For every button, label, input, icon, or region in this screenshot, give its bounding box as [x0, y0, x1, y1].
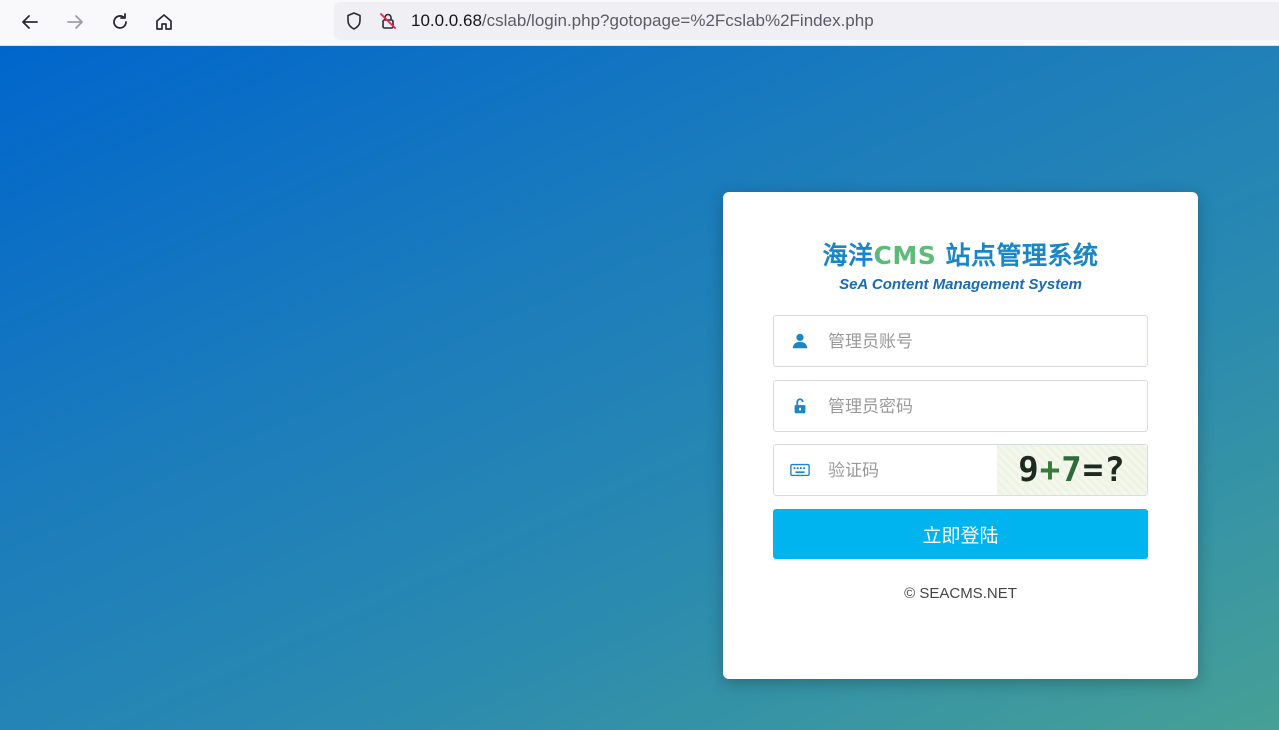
captcha-equals: =	[1082, 450, 1105, 490]
back-button[interactable]	[15, 7, 45, 37]
password-input[interactable]	[826, 391, 1030, 423]
insecure-lock-icon[interactable]	[378, 11, 398, 31]
url-host: 10.0.0.68	[411, 11, 482, 30]
keyboard-icon	[790, 460, 810, 480]
page-title: 海洋CMS 站点管理系统	[723, 236, 1198, 272]
back-arrow-icon	[22, 15, 38, 29]
reload-button[interactable]	[105, 7, 135, 37]
home-button[interactable]	[149, 7, 179, 37]
captcha-image[interactable]: 9 +7 =?	[997, 445, 1147, 495]
title-part2: 站点管理系统	[936, 241, 1099, 270]
forward-button[interactable]	[60, 7, 90, 37]
unlock-icon	[790, 396, 810, 416]
title-part1: 海洋	[822, 241, 874, 270]
url-bar[interactable]: 10.0.0.68/cslab/login.php?gotopage=%2Fcs…	[334, 2, 1279, 40]
captcha-digit-a: 9	[1018, 450, 1040, 490]
password-field[interactable]	[773, 380, 1148, 432]
username-field[interactable]	[773, 315, 1148, 367]
url-path: /cslab/login.php?gotopage=%2Fcslab%2Find…	[481, 11, 874, 30]
login-button[interactable]: 立即登陆	[773, 509, 1148, 559]
captcha-field[interactable]: 9+7=?	[773, 444, 1148, 496]
home-icon	[156, 14, 172, 30]
captcha-digit-b: 7	[1061, 450, 1083, 490]
reload-icon	[113, 13, 127, 29]
captcha-plus: +	[1039, 450, 1062, 490]
url-text[interactable]: 10.0.0.68/cslab/login.php?gotopage=%2Fcs…	[411, 11, 874, 31]
captcha-question: ?	[1104, 450, 1126, 490]
title-cms: CMS	[873, 241, 937, 270]
copyright-footer: © SEACMS.NET	[904, 585, 1017, 602]
forward-arrow-icon	[67, 15, 83, 29]
shield-icon[interactable]	[344, 11, 364, 31]
browser-toolbar: 10.0.0.68/cslab/login.php?gotopage=%2Fcs…	[0, 0, 1279, 46]
user-icon	[790, 331, 810, 351]
page-subtitle: SeA Content Management System	[839, 276, 1082, 293]
username-input[interactable]	[826, 326, 1030, 358]
login-card: 海洋CMS 站点管理系统 SeA Content Management Syst…	[723, 192, 1198, 679]
